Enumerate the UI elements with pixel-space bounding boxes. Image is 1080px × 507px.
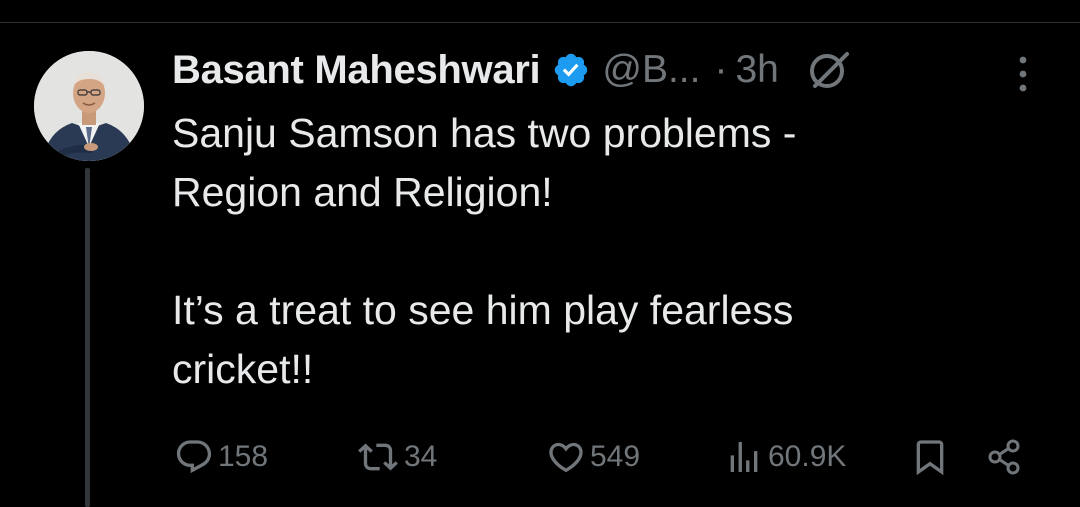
more-icon[interactable] <box>1010 54 1036 94</box>
reply-button[interactable]: 158 <box>174 430 268 484</box>
repost-button[interactable]: 34 <box>356 430 437 484</box>
timestamp[interactable]: 3h <box>735 48 778 92</box>
tweet-paragraph: It’s a treat to see him play fearless cr… <box>172 281 1032 399</box>
tweet-actions: 158 34 549 60.9K <box>0 430 1080 484</box>
repost-icon <box>356 437 400 477</box>
like-icon <box>546 437 586 477</box>
verified-badge-icon <box>552 51 590 89</box>
author-name[interactable]: Basant Maheshwari <box>172 48 541 93</box>
views-button[interactable]: 60.9K <box>724 430 846 484</box>
reply-icon <box>174 437 214 477</box>
tweet-line: Region and Religion! <box>172 169 553 215</box>
views-count: 60.9K <box>768 440 847 473</box>
like-button[interactable]: 549 <box>546 430 640 484</box>
reply-count: 158 <box>218 440 269 473</box>
tweet-paragraph: Sanju Samson has two problems - Region a… <box>172 104 1032 222</box>
repost-count: 34 <box>404 440 438 473</box>
tweet-text: Sanju Samson has two problems - Region a… <box>172 104 1032 399</box>
tweet-line: Sanju Samson has two problems - <box>172 110 797 156</box>
author-handle[interactable]: @B... <box>602 48 700 92</box>
like-count: 549 <box>590 440 641 473</box>
separator-dot: · <box>714 48 728 91</box>
views-icon <box>724 437 764 477</box>
bookmark-button[interactable] <box>910 430 950 484</box>
share-button[interactable] <box>985 430 1025 484</box>
bookmark-icon <box>910 437 950 477</box>
tweet-line: cricket!! <box>172 346 314 392</box>
avatar[interactable] <box>34 51 144 161</box>
grok-icon[interactable] <box>807 48 851 92</box>
tweet-header: Basant Maheshwari @B... · 3h <box>172 44 851 96</box>
top-divider <box>0 22 1080 23</box>
tweet-line: It’s a treat to see him play fearless <box>172 287 794 333</box>
share-icon <box>985 437 1025 477</box>
